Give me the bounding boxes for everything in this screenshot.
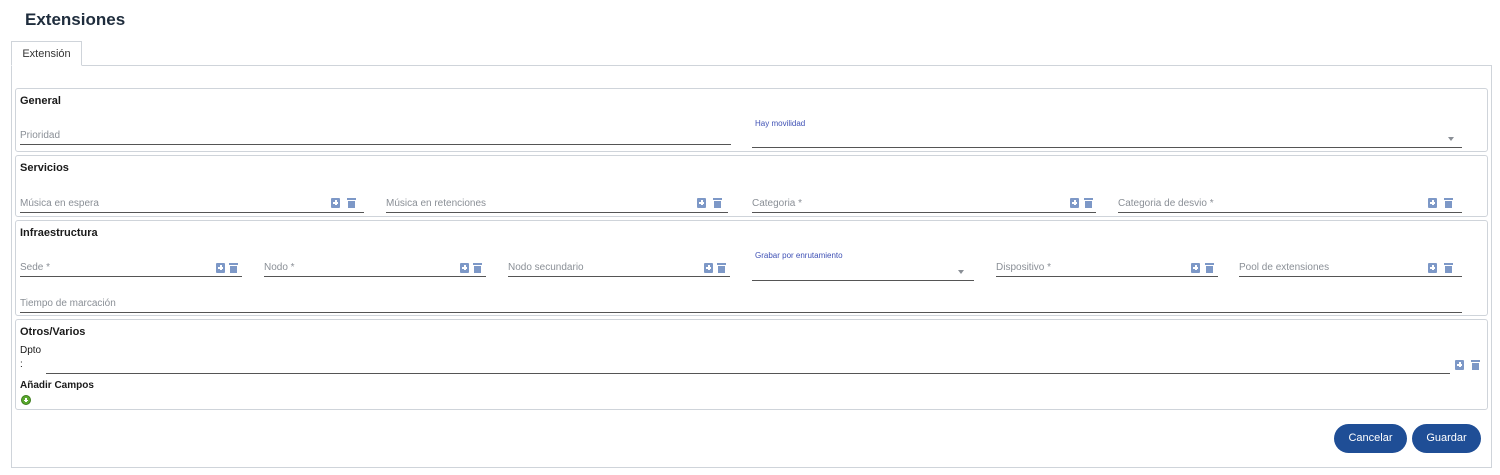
trash-icon[interactable] (229, 263, 238, 273)
add-icon[interactable] (216, 263, 225, 273)
tiempo-marcacion-field[interactable]: Tiempo de marcación (20, 291, 1462, 313)
dpto-field[interactable] (46, 352, 1450, 374)
section-title-general: General (20, 95, 61, 107)
dispositivo-field[interactable]: Dispositivo * (996, 255, 1218, 277)
tiempo-marcacion-placeholder: Tiempo de marcación (20, 298, 116, 309)
add-icon[interactable] (1070, 198, 1079, 208)
save-button[interactable]: Guardar (1412, 424, 1481, 453)
trash-icon[interactable] (713, 198, 722, 208)
add-icon[interactable] (1428, 198, 1437, 208)
add-icon[interactable] (331, 198, 340, 208)
dpto-label: Dpto (20, 345, 42, 356)
musica-retenciones-field[interactable]: Música en retenciones (386, 191, 728, 213)
add-icon[interactable] (1428, 263, 1437, 273)
trash-icon[interactable] (1444, 198, 1453, 208)
categoria-field[interactable]: Categoria * (752, 191, 1096, 213)
sede-field[interactable]: Sede * (20, 255, 242, 277)
section-otros: Otros/Varios Dpto : Añadir Campos (15, 319, 1488, 410)
tab-extension[interactable]: Extensión (11, 41, 82, 66)
dispositivo-placeholder: Dispositivo * (996, 262, 1052, 273)
section-servicios: Servicios Música en espera Música en ret… (15, 155, 1488, 217)
chevron-down-icon (1448, 137, 1454, 141)
musica-retenciones-placeholder: Música en retenciones (386, 198, 487, 209)
trash-icon[interactable] (1444, 263, 1453, 273)
add-icon[interactable] (460, 263, 469, 273)
section-title-infraestructura: Infraestructura (20, 227, 98, 239)
trash-icon[interactable] (1205, 263, 1214, 273)
trash-icon[interactable] (717, 263, 726, 273)
pool-extensiones-placeholder: Pool de extensiones (1239, 262, 1330, 273)
hay-movilidad-label: Hay movilidad (755, 119, 806, 128)
hay-movilidad-select[interactable]: Hay movilidad (752, 119, 1462, 148)
trash-icon[interactable] (1471, 360, 1480, 370)
musica-espera-placeholder: Música en espera (20, 198, 99, 209)
trash-icon[interactable] (1084, 198, 1093, 208)
nodo-secundario-field[interactable]: Nodo secundario (508, 255, 730, 277)
add-icon[interactable] (1455, 360, 1464, 370)
section-title-servicios: Servicios (20, 162, 69, 174)
categoria-desvio-placeholder: Categoria de desvio * (1118, 198, 1214, 209)
dpto-colon: : (20, 359, 23, 370)
grabar-enrutamiento-label: Grabar por enrutamiento (755, 251, 843, 260)
categoria-desvio-field[interactable]: Categoria de desvio * (1118, 191, 1462, 213)
add-icon[interactable] (1191, 263, 1200, 273)
grabar-enrutamiento-select[interactable]: Grabar por enrutamiento (752, 251, 974, 281)
nodo-field[interactable]: Nodo * (264, 255, 486, 277)
prioridad-field[interactable]: Prioridad (20, 123, 731, 145)
chevron-down-icon (958, 270, 964, 274)
add-fields-label: Añadir Campos (20, 380, 94, 391)
section-infraestructura: Infraestructura Sede * Nodo * Nodo secun… (15, 220, 1488, 316)
nodo-secundario-placeholder: Nodo secundario (508, 262, 584, 273)
cancel-button[interactable]: Cancelar (1334, 424, 1407, 453)
page-title: Extensiones (25, 10, 126, 29)
section-general: General Prioridad Hay movilidad (15, 88, 1488, 152)
section-title-otros: Otros/Varios (20, 326, 86, 338)
nodo-placeholder: Nodo * (264, 262, 295, 273)
categoria-placeholder: Categoria * (752, 198, 803, 209)
add-icon[interactable] (697, 198, 706, 208)
sede-placeholder: Sede * (20, 262, 51, 273)
trash-icon[interactable] (473, 263, 482, 273)
prioridad-placeholder: Prioridad (20, 130, 61, 141)
musica-espera-field[interactable]: Música en espera (20, 191, 364, 213)
trash-icon[interactable] (347, 198, 356, 208)
add-icon[interactable] (704, 263, 713, 273)
add-circle-icon[interactable] (21, 395, 31, 405)
